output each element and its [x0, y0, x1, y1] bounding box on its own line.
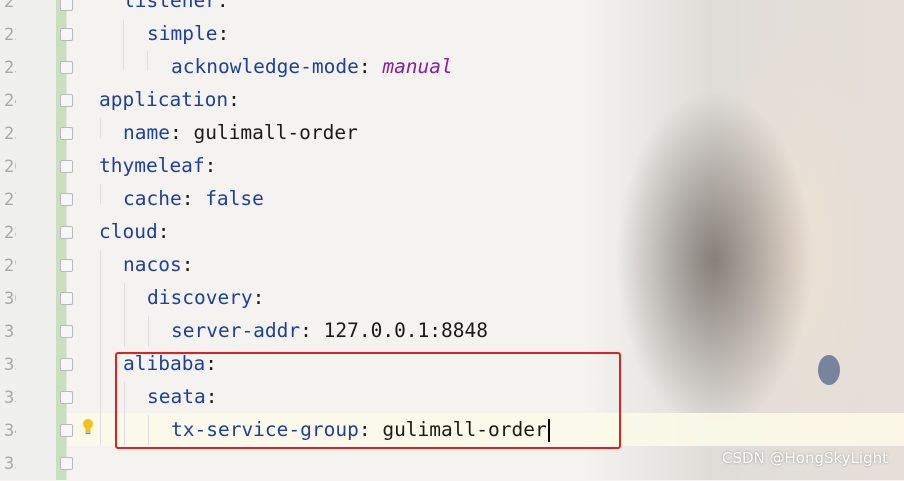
- code-line[interactable]: simple:: [147, 17, 229, 50]
- yaml-key: cache: [123, 187, 182, 210]
- yaml-separator: :: [204, 154, 217, 177]
- indent-guide: [100, 184, 101, 204]
- yaml-key: server-addr: [171, 319, 301, 342]
- indent-guide: [100, 250, 101, 446]
- code-line[interactable]: application:: [99, 83, 240, 116]
- indent-guide: [124, 283, 125, 347]
- yaml-value: 127.0.0.1:8848: [323, 319, 488, 342]
- yaml-separator: :: [181, 253, 194, 276]
- yaml-key: application: [99, 88, 229, 111]
- yaml-key: discovery: [147, 286, 253, 309]
- yaml-key: acknowledge-mode: [171, 55, 359, 78]
- code-line[interactable]: cloud:: [99, 215, 169, 248]
- code-line[interactable]: cache: false: [123, 182, 264, 215]
- indent-guide: [123, 20, 124, 70]
- yaml-separator: :: [358, 55, 383, 78]
- yaml-separator: :: [157, 220, 170, 243]
- indent-guide: [100, 118, 101, 138]
- yaml-separator: :: [217, 22, 230, 45]
- yaml-value: false: [205, 187, 264, 210]
- code-line[interactable]: discovery:: [147, 281, 264, 314]
- yaml-key: simple: [147, 22, 218, 45]
- yaml-value: manual: [382, 55, 453, 78]
- yaml-separator: :: [300, 319, 324, 342]
- yaml-separator: :: [169, 121, 194, 144]
- code-line[interactable]: server-addr: 127.0.0.1:8848: [171, 314, 488, 347]
- yaml-separator: :: [216, 0, 229, 12]
- annotation-highlight-box: [115, 352, 621, 449]
- yaml-key: nacos: [123, 253, 182, 276]
- yaml-key: name: [123, 121, 170, 144]
- code-line[interactable]: acknowledge-mode: manual: [171, 50, 453, 83]
- yaml-key: thymeleaf: [99, 154, 205, 177]
- yaml-value: gulimall-order: [193, 121, 358, 144]
- yaml-key: cloud: [99, 220, 158, 243]
- yaml-separator: :: [252, 286, 265, 309]
- code-line[interactable]: name: gulimall-order: [123, 116, 358, 149]
- yaml-separator: :: [181, 187, 206, 210]
- code-line[interactable]: nacos:: [123, 248, 193, 281]
- indent-guide: [148, 316, 149, 347]
- code-line[interactable]: listener:: [123, 0, 229, 17]
- code-line[interactable]: thymeleaf:: [99, 149, 216, 182]
- yaml-key: listener: [123, 0, 217, 12]
- watermark: CSDN @HongSkyLight: [721, 449, 888, 467]
- indent-guide: [147, 51, 148, 71]
- yaml-separator: :: [228, 88, 240, 111]
